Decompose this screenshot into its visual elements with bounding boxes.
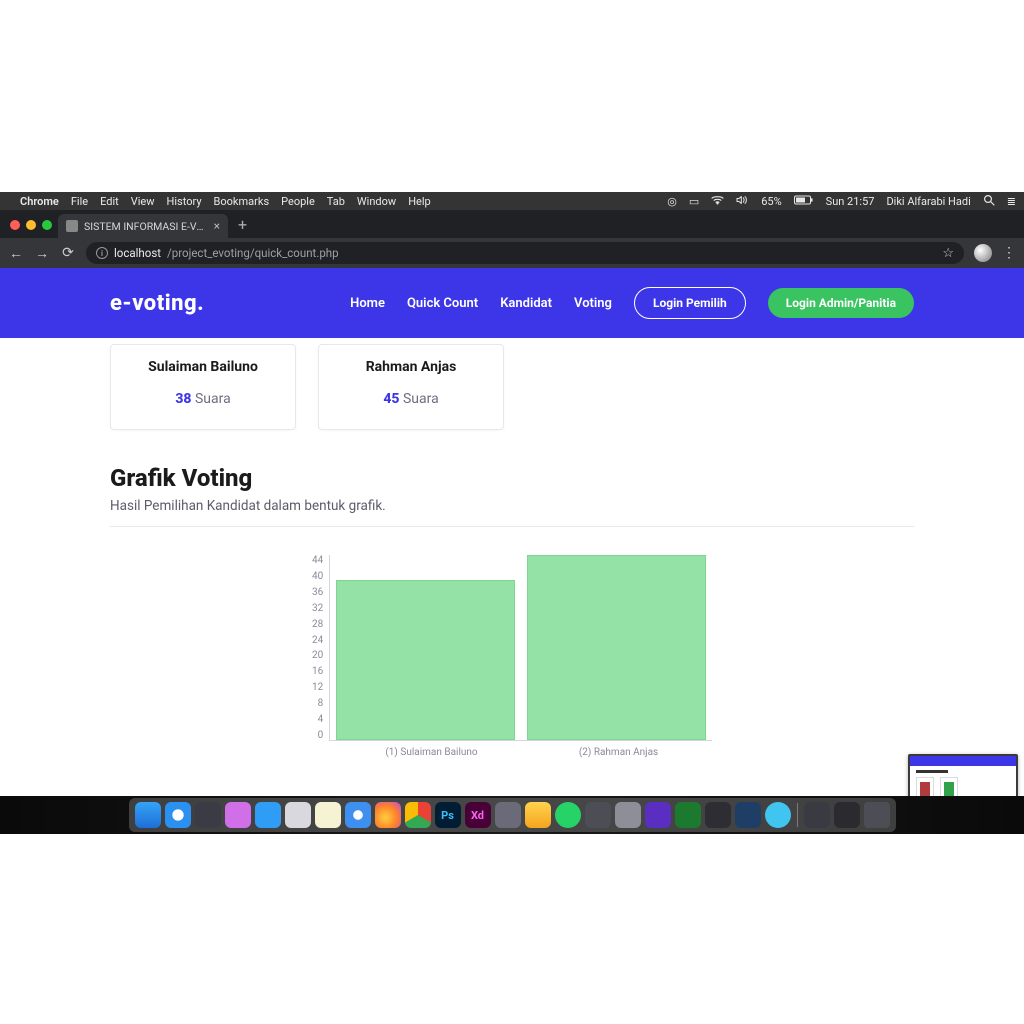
tab-favicon [66, 220, 78, 232]
dock-app-mail[interactable] [285, 802, 311, 828]
chart-y-axis: 444036322824201612840 [312, 555, 329, 741]
candidate-name: Rahman Anjas [325, 359, 497, 375]
tab-title: SISTEM INFORMASI E-VOTING | [84, 220, 208, 233]
new-tab-button[interactable]: + [228, 215, 257, 238]
dock-app-launchpad[interactable] [195, 802, 221, 828]
menu-tab[interactable]: Tab [327, 195, 345, 208]
dock-app-iterm[interactable] [675, 802, 701, 828]
macos-dock: Ps Xd [0, 796, 1024, 834]
menubar-username[interactable]: Diki Alfarabi Hadi [886, 195, 970, 208]
battery-percent: 65% [761, 195, 781, 208]
nav-link-home[interactable]: Home [350, 296, 385, 311]
dock-app-imovie[interactable] [645, 802, 671, 828]
dock-app-notes[interactable] [315, 802, 341, 828]
dock-app-firefox[interactable] [375, 802, 401, 828]
profile-avatar[interactable] [974, 244, 992, 262]
section-subtitle: Hasil Pemilihan Kandidat dalam bentuk gr… [110, 498, 914, 514]
bookmark-star-icon[interactable]: ☆ [942, 246, 954, 261]
window-close-button[interactable] [10, 220, 20, 230]
dock-app-sublime[interactable] [585, 802, 611, 828]
site-info-icon[interactable]: i [96, 247, 108, 259]
dock-separator [797, 803, 798, 827]
dock-app-terminal[interactable] [705, 802, 731, 828]
url-host: localhost [114, 246, 161, 260]
chart-section-header: Grafik Voting Hasil Pemilihan Kandidat d… [110, 464, 914, 514]
candidate-card: Rahman Anjas 45 Suara [318, 344, 504, 430]
nav-link-kandidat[interactable]: Kandidat [500, 296, 552, 311]
candidate-name: Sulaiman Bailuno [117, 359, 289, 375]
nav-reload-button[interactable]: ⟳ [60, 245, 76, 261]
menu-people[interactable]: People [281, 195, 315, 208]
display-icon[interactable]: ▭ [689, 195, 699, 208]
dock-app-mamp[interactable] [495, 802, 521, 828]
chrome-menu-button[interactable]: ⋮ [1002, 245, 1016, 261]
chrome-toolbar: ← → ⟳ i localhost/project_evoting/quick_… [0, 238, 1024, 268]
candidate-votes: 45 Suara [325, 391, 497, 407]
menubar-app[interactable]: Chrome [20, 195, 59, 208]
page-content: Sulaiman Bailuno 38 Suara Rahman Anjas 4… [0, 344, 1024, 758]
menubar-datetime[interactable]: Sun 21:57 [826, 195, 875, 208]
menu-file[interactable]: File [71, 195, 88, 208]
nav-back-button[interactable]: ← [8, 245, 24, 262]
dock-app-xd[interactable]: Xd [465, 802, 491, 828]
chart-x-label: (2) Rahman Anjas [525, 747, 712, 758]
bar-chart: 444036322824201612840 (1) Sulaiman Bailu… [312, 555, 712, 758]
dock-app-anydesk[interactable] [765, 802, 791, 828]
spotlight-icon[interactable] [983, 194, 995, 209]
url-path: /project_evoting/quick_count.php [167, 246, 339, 260]
dock-app-settings[interactable] [615, 802, 641, 828]
battery-icon[interactable] [794, 195, 814, 208]
dock-app-chrome[interactable] [405, 802, 431, 828]
divider [110, 526, 914, 527]
login-admin-button[interactable]: Login Admin/Panitia [768, 288, 914, 318]
dock-app-finder[interactable] [135, 802, 161, 828]
menu-window[interactable]: Window [357, 195, 396, 208]
brand-logo[interactable]: e-voting. [110, 291, 204, 316]
control-center-icon[interactable]: ≣ [1007, 195, 1016, 208]
chart-plot-area [329, 555, 712, 741]
section-title: Grafik Voting [110, 464, 914, 492]
dock-app-sketch[interactable] [525, 802, 551, 828]
window-zoom-button[interactable] [42, 220, 52, 230]
chart-x-label: (1) Sulaiman Bailuno [338, 747, 525, 758]
tab-close-button[interactable]: × [214, 219, 220, 233]
window-minimize-button[interactable] [26, 220, 36, 230]
address-bar[interactable]: i localhost/project_evoting/quick_count.… [86, 242, 964, 264]
chart-x-axis: (1) Sulaiman Bailuno(2) Rahman Anjas [312, 747, 712, 758]
login-pemilih-button[interactable]: Login Pemilih [634, 287, 746, 319]
dock-stack[interactable] [834, 802, 860, 828]
dock-app-appstore[interactable] [255, 802, 281, 828]
dock-app-virtualbox[interactable] [735, 802, 761, 828]
site-navbar: e-voting. Home Quick Count Kandidat Voti… [0, 268, 1024, 338]
menu-edit[interactable]: Edit [100, 195, 119, 208]
menu-bookmarks[interactable]: Bookmarks [214, 195, 270, 208]
macos-menubar: Chrome File Edit View History Bookmarks … [0, 192, 1024, 210]
dock-app-whatsapp[interactable] [555, 802, 581, 828]
browser-tab[interactable]: SISTEM INFORMASI E-VOTING | × [58, 214, 228, 238]
dock-app-safari2[interactable] [345, 802, 371, 828]
dock-app-photoshop[interactable]: Ps [435, 802, 461, 828]
menu-history[interactable]: History [167, 195, 202, 208]
dock-app-safari[interactable] [165, 802, 191, 828]
chart-bar [336, 580, 515, 740]
chart-bar [527, 555, 706, 740]
creative-cloud-icon[interactable]: ◎ [667, 195, 677, 208]
wifi-icon[interactable] [711, 195, 724, 208]
menu-view[interactable]: View [131, 195, 155, 208]
nav-link-quickcount[interactable]: Quick Count [407, 296, 478, 311]
nav-forward-button[interactable]: → [34, 245, 50, 262]
dock-trash[interactable] [864, 802, 890, 828]
candidate-votes: 38 Suara [117, 391, 289, 407]
dock-app-music[interactable] [225, 802, 251, 828]
nav-link-voting[interactable]: Voting [574, 296, 612, 311]
menu-help[interactable]: Help [408, 195, 431, 208]
dock-stack[interactable] [804, 802, 830, 828]
window-controls [6, 220, 58, 238]
candidate-card: Sulaiman Bailuno 38 Suara [110, 344, 296, 430]
chrome-tabstrip: SISTEM INFORMASI E-VOTING | × + [0, 210, 1024, 238]
volume-icon[interactable] [736, 195, 749, 208]
